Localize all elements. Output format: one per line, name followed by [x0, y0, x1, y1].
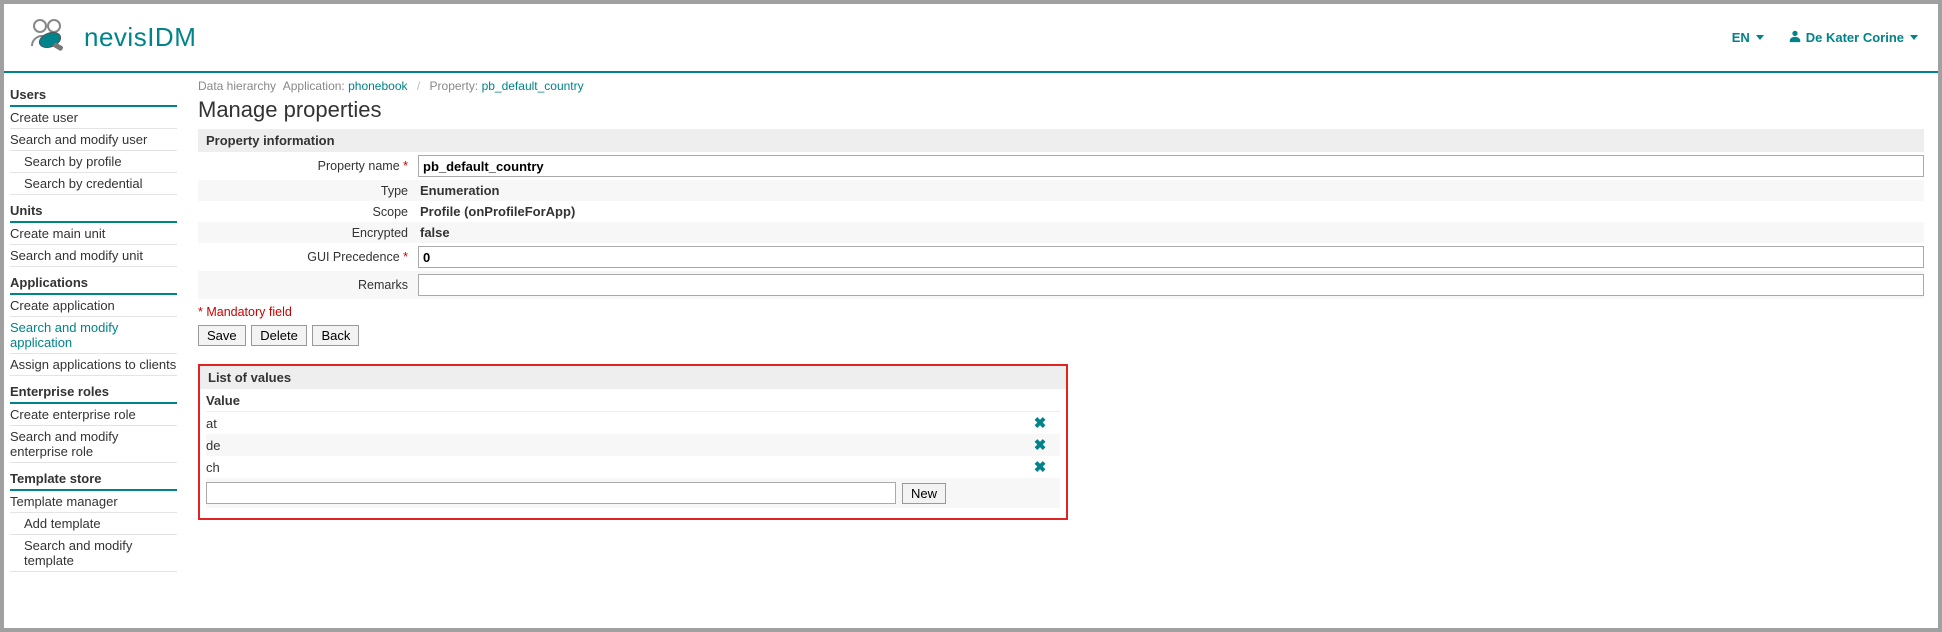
sidebar-heading: Template store	[10, 467, 177, 491]
property-info-heading: Property information	[198, 129, 1924, 152]
app-title: nevisIDM	[84, 22, 196, 53]
caret-down-icon	[1910, 35, 1918, 40]
value-encrypted: false	[418, 225, 450, 240]
sidebar-item[interactable]: Create enterprise role	[10, 404, 177, 426]
sidebar-item[interactable]: Template manager	[10, 491, 177, 513]
back-button[interactable]: Back	[312, 325, 359, 346]
new-value-button[interactable]: New	[902, 483, 946, 504]
sidebar-heading: Enterprise roles	[10, 380, 177, 404]
sidebar-item[interactable]: Create application	[10, 295, 177, 317]
label-property-name: Property name	[318, 159, 400, 173]
sidebar-item[interactable]: Assign applications to clients	[10, 354, 177, 376]
delete-button[interactable]: Delete	[251, 325, 307, 346]
values-heading: List of values	[200, 366, 1066, 389]
value-cell: ch	[206, 460, 1020, 475]
sidebar: UsersCreate userSearch and modify userSe…	[4, 73, 184, 578]
value-row: ch✖	[206, 456, 1060, 478]
breadcrumb: Data hierarchy Application: phonebook / …	[198, 79, 1924, 93]
value-scope: Profile (onProfileForApp)	[418, 204, 575, 219]
value-row: de✖	[206, 434, 1060, 456]
breadcrumb-app-label: Application:	[283, 79, 345, 93]
sidebar-item[interactable]: Search and modify unit	[10, 245, 177, 267]
page-title: Manage properties	[198, 97, 1924, 123]
user-icon	[1788, 29, 1802, 46]
app-header: nevisIDM EN De Kater Corine	[4, 4, 1938, 73]
user-name: De Kater Corine	[1806, 30, 1904, 45]
values-panel: List of values Value at✖de✖ch✖ New	[198, 364, 1068, 520]
breadcrumb-prop-label: Property:	[430, 79, 479, 93]
breadcrumb-prop-link[interactable]: pb_default_country	[482, 79, 584, 93]
sidebar-item[interactable]: Search and modify enterprise role	[10, 426, 177, 463]
new-value-input[interactable]	[206, 482, 896, 504]
sidebar-item[interactable]: Search and modify application	[10, 317, 177, 354]
user-menu[interactable]: De Kater Corine	[1788, 29, 1918, 46]
save-button[interactable]: Save	[198, 325, 246, 346]
language-selector[interactable]: EN	[1732, 30, 1764, 45]
label-scope: Scope	[198, 205, 418, 219]
values-column-header: Value	[206, 389, 1060, 412]
delete-value-icon[interactable]: ✖	[1020, 414, 1060, 432]
sidebar-item[interactable]: Add template	[10, 513, 177, 535]
label-encrypted: Encrypted	[198, 226, 418, 240]
label-gui-precedence: GUI Precedence	[307, 250, 399, 264]
input-remarks[interactable]	[418, 274, 1924, 296]
sidebar-item[interactable]: Search and modify user	[10, 129, 177, 151]
sidebar-item[interactable]: Create main unit	[10, 223, 177, 245]
sidebar-heading: Users	[10, 83, 177, 107]
input-property-name[interactable]	[418, 155, 1924, 177]
input-gui-precedence[interactable]	[418, 246, 1924, 268]
sidebar-item[interactable]: Search and modify template	[10, 535, 177, 572]
breadcrumb-root: Data hierarchy	[198, 79, 276, 93]
value-cell: de	[206, 438, 1020, 453]
sidebar-heading: Units	[10, 199, 177, 223]
breadcrumb-separator: /	[417, 79, 420, 93]
mandatory-note: * Mandatory field	[198, 305, 1924, 319]
sidebar-item[interactable]: Search by credential	[10, 173, 177, 195]
caret-down-icon	[1756, 35, 1764, 40]
language-label: EN	[1732, 30, 1750, 45]
app-logo-icon	[24, 12, 72, 63]
value-type: Enumeration	[418, 183, 499, 198]
sidebar-item[interactable]: Search by profile	[10, 151, 177, 173]
value-row: at✖	[206, 412, 1060, 434]
label-remarks: Remarks	[198, 278, 418, 292]
delete-value-icon[interactable]: ✖	[1020, 436, 1060, 454]
label-type: Type	[198, 184, 418, 198]
sidebar-heading: Applications	[10, 271, 177, 295]
sidebar-item[interactable]: Create user	[10, 107, 177, 129]
breadcrumb-app-link[interactable]: phonebook	[348, 79, 407, 93]
value-cell: at	[206, 416, 1020, 431]
main-content: Data hierarchy Application: phonebook / …	[184, 73, 1938, 578]
delete-value-icon[interactable]: ✖	[1020, 458, 1060, 476]
